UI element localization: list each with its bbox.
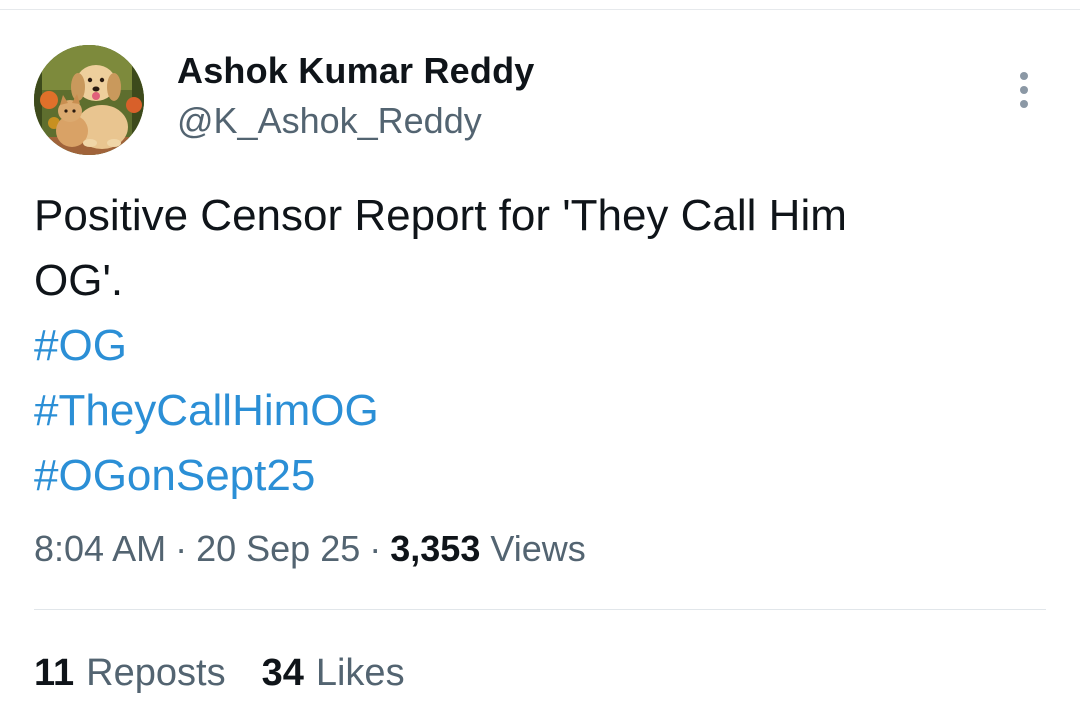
meta-separator: · <box>369 528 382 569</box>
meta-separator: · <box>175 528 188 569</box>
tweet-text-line: Positive Censor Report for 'They Call Hi… <box>34 191 847 240</box>
tweet-date[interactable]: 20 Sep 25 <box>196 528 360 570</box>
views-count: 3,353 <box>390 528 481 569</box>
engagement-stats: 11 Reposts 34 Likes <box>34 652 405 695</box>
author-handle[interactable]: @K_Ashok_Reddy <box>177 100 482 142</box>
author-name[interactable]: Ashok Kumar Reddy <box>177 50 534 92</box>
hashtag-link[interactable]: #TheyCallHimOG <box>34 378 1034 443</box>
likes-stat[interactable]: 34 Likes <box>262 652 405 695</box>
likes-label: Likes <box>315 652 405 694</box>
likes-count: 34 <box>261 652 304 694</box>
reposts-label: Reposts <box>86 652 226 694</box>
tweet-text-line: OG'. <box>34 256 124 305</box>
tweet-card: Ashok Kumar Reddy @K_Ashok_Reddy Positiv… <box>0 0 1080 723</box>
tweet-text: Positive Censor Report for 'They Call Hi… <box>34 183 1034 508</box>
hashtag-link[interactable]: #OGonSept25 <box>34 443 1034 508</box>
avatar-image <box>34 45 144 155</box>
tweet-time[interactable]: 8:04 AM <box>34 528 166 570</box>
more-vertical-icon <box>1020 72 1028 108</box>
more-options-button[interactable] <box>1004 66 1044 114</box>
avatar[interactable] <box>34 45 144 155</box>
tweet-meta: 8:04 AM · 20 Sep 25 · 3,353 Views <box>34 528 586 570</box>
hashtag-link[interactable]: #OG <box>34 313 1034 378</box>
stats-divider <box>34 609 1046 610</box>
reposts-stat[interactable]: 11 Reposts <box>34 652 226 695</box>
top-divider <box>0 9 1080 10</box>
reposts-count: 11 <box>34 652 75 694</box>
views-label: Views <box>490 528 586 569</box>
